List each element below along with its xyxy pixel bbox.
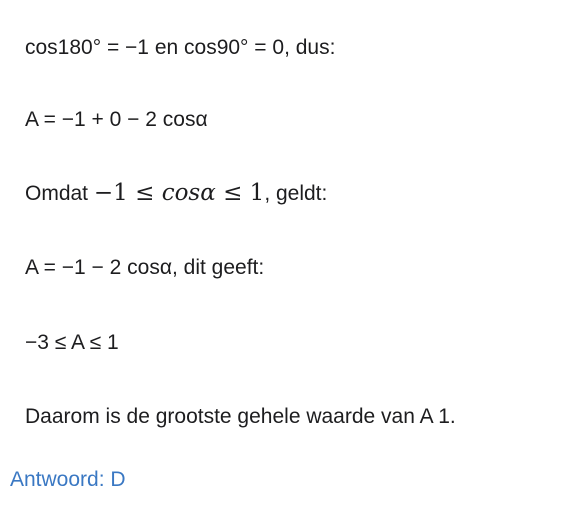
line-expression-result: A = −1 − 2 cosα, dit geeft: (25, 256, 265, 279)
line-range: −3 ≤ A ≤ 1 (25, 331, 119, 354)
inequality-tail-text: , geldt: (264, 182, 328, 205)
answer-label: Antwoord: D (10, 468, 126, 491)
line-conclusion: Daarom is de grootste gehele waarde van … (25, 405, 456, 428)
line-cos-values: cos180° = −1 en cos90° = 0, dus: (25, 36, 336, 59)
math-leq-1: ≤ (135, 180, 155, 206)
solution-content: cos180° = −1 en cos90° = 0, dus: A = −1 … (0, 0, 566, 510)
line-expression-a: A = −1 + 0 − 2 cosα (25, 108, 208, 131)
inequality-math: −1 ≤ cosα ≤ 1 (94, 180, 264, 206)
math-one: 1 (249, 180, 265, 206)
math-neg-one: −1 (93, 180, 128, 206)
math-cos-alpha: cosα (161, 180, 216, 206)
math-leq-2: ≤ (223, 180, 243, 206)
line-inequality: Omdat −1 ≤ cosα ≤ 1, geldt: (25, 180, 327, 207)
inequality-intro-text: Omdat (25, 182, 89, 205)
